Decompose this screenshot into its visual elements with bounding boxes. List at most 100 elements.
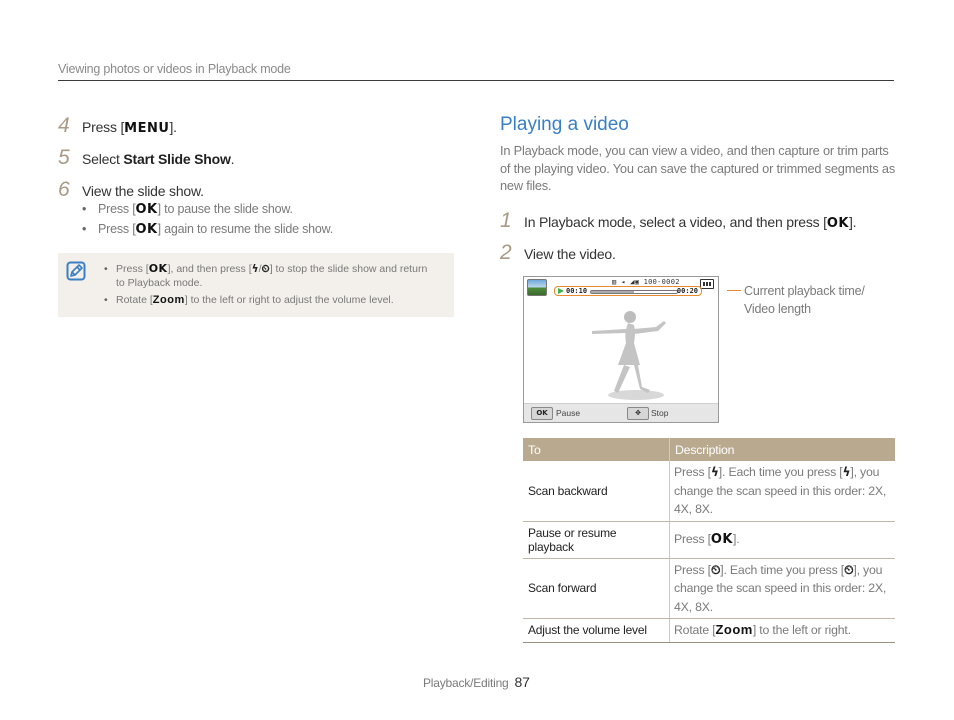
- callout-line-1: Current playback time/: [744, 284, 865, 298]
- desc-text: Press [: [674, 531, 711, 546]
- flash-icon: ϟ: [251, 263, 259, 275]
- note-box: Press [OK], and then press [ϟ/⏲] to stop…: [58, 253, 454, 317]
- desc-text: Rotate [: [674, 623, 716, 637]
- row-description: Press [OK].: [669, 521, 895, 559]
- section-title: Playing a video: [500, 114, 629, 135]
- note-pencil-icon: [66, 261, 86, 281]
- section-intro: In Playback mode, you can view a video, …: [500, 143, 896, 193]
- row-action: Scan backward: [523, 461, 670, 522]
- step-5: 5 Select Start Slide Show.: [58, 146, 235, 170]
- ok-key: OK: [135, 222, 158, 237]
- ok-key: OK: [135, 202, 158, 217]
- menu-option-start-slide-show: Start Slide Show: [123, 151, 231, 167]
- step-text: View the video.: [524, 246, 616, 262]
- header-rule: [58, 80, 894, 81]
- table-row: Scan backward Press [ϟ]. Each time you p…: [523, 461, 895, 522]
- note-text-mid: ], and then press [: [167, 263, 252, 275]
- desc-text-end: ] to the left or right.: [752, 623, 851, 637]
- flash-icon: ϟ: [710, 465, 719, 479]
- timer-icon: ⏲: [843, 562, 854, 577]
- row-description: Press [⏲]. Each time you press [⏲], you …: [669, 558, 895, 619]
- current-time: 00:10: [566, 287, 588, 295]
- note-text-end: ] to the left or right to adjust the vol…: [184, 294, 394, 306]
- step-number: 6: [58, 178, 70, 201]
- file-number: 100-0002: [643, 278, 680, 286]
- table-row: Pause or resume playback Press [OK].: [523, 521, 895, 559]
- stop-label: Stop: [651, 408, 669, 418]
- step-text: In Playback mode, select a video, and th…: [524, 214, 827, 230]
- row-action: Adjust the volume level: [523, 618, 670, 643]
- step-number: 1: [500, 209, 512, 232]
- video-length: 00:20: [676, 287, 698, 295]
- camera-screen: ▥ ◂ ◢▣ 100-0002 00:10 00:20 OK Pause ✥ S…: [523, 276, 719, 423]
- menu-key: MENU: [124, 121, 170, 136]
- note-list: Press [OK], and then press [ϟ/⏲] to stop…: [104, 262, 434, 310]
- video-step-1: 1 In Playback mode, select a video, and …: [500, 209, 857, 233]
- column-header-description: Description: [669, 438, 895, 461]
- bullet-text: Press [: [98, 222, 136, 236]
- bullet-text-end: ] to pause the slide show.: [157, 202, 293, 216]
- memory-icon: ▥ ◂ ◢▣: [612, 278, 644, 286]
- bullet-text: Press [: [98, 202, 136, 216]
- desc-text-end: ].: [733, 531, 740, 546]
- bullet-text-end: ] again to resume the slide show.: [157, 222, 334, 236]
- zoom-key: Zoom: [715, 622, 753, 637]
- table-row: Scan forward Press [⏲]. Each time you pr…: [523, 558, 895, 619]
- note-item: Rotate [Zoom] to the left or right to ad…: [104, 293, 434, 307]
- step-text: Press [: [82, 119, 125, 135]
- timer-icon: ⏲: [261, 263, 270, 275]
- note-text: Press [: [116, 263, 149, 275]
- step-text: View the slide show.: [82, 183, 204, 199]
- zoom-key: Zoom: [152, 294, 185, 306]
- step-4: 4 Press [MENU].: [58, 114, 177, 138]
- row-action: Pause or resume playback: [523, 521, 670, 559]
- bullet-item: Press [OK] again to resume the slide sho…: [82, 222, 333, 237]
- step-6: 6 View the slide show.: [58, 178, 204, 202]
- note-item: Press [OK], and then press [ϟ/⏲] to stop…: [104, 262, 434, 290]
- row-action: Scan forward: [523, 558, 670, 619]
- page-footer: Playback/Editing 87: [423, 674, 530, 690]
- row-description: Press [ϟ]. Each time you press [ϟ], you …: [669, 461, 895, 522]
- desc-text: Press [: [674, 562, 711, 577]
- step-number: 5: [58, 146, 70, 169]
- ok-key: OK: [148, 262, 168, 275]
- pause-label: Pause: [556, 408, 581, 418]
- table-row: Adjust the volume level Rotate [Zoom] to…: [523, 618, 895, 643]
- footer-section: Playback/Editing: [423, 676, 509, 690]
- ok-button-icon: OK: [531, 407, 553, 420]
- step-number: 2: [500, 241, 512, 264]
- note-text: Rotate [: [116, 294, 153, 306]
- progress-fill: [591, 291, 634, 293]
- bullet-item: Press [OK] to pause the slide show.: [82, 202, 333, 217]
- callout-label: Current playback time/ Video length: [744, 282, 865, 318]
- battery-icon: [700, 279, 714, 289]
- progress-track[interactable]: [590, 290, 678, 294]
- table-header-row: To Description: [523, 438, 895, 461]
- playback-progress: 00:10 00:20: [554, 286, 702, 296]
- callout-line-2: Video length: [744, 302, 811, 316]
- callout-line: [727, 290, 741, 291]
- page-number: 87: [514, 674, 530, 690]
- desc-text-mid: ]. Each time you press [: [720, 562, 844, 577]
- status-indicators: ▥ ◂ ◢▣ 100-0002: [612, 278, 680, 286]
- video-step-2: 2 View the video.: [500, 241, 616, 265]
- step-number: 4: [58, 114, 70, 137]
- dancing-figure-image: [592, 311, 666, 400]
- desc-text: Press [: [674, 465, 711, 479]
- play-icon: [558, 288, 564, 294]
- navigation-button-icon: ✥: [627, 407, 649, 420]
- running-header: Viewing photos or videos in Playback mod…: [58, 62, 291, 76]
- timer-icon: ⏲: [710, 562, 721, 577]
- ok-key: OK: [826, 216, 849, 231]
- column-header-to: To: [523, 438, 670, 461]
- step-text-end: ].: [848, 214, 857, 230]
- video-thumbnail-icon: [527, 279, 547, 296]
- step-6-bullets: Press [OK] to pause the slide show. Pres…: [82, 202, 333, 242]
- playback-controls-table: To Description Scan backward Press [ϟ]. …: [523, 438, 895, 643]
- row-description: Rotate [Zoom] to the left or right.: [669, 618, 895, 643]
- ok-key: OK: [710, 531, 733, 547]
- desc-text-mid: ]. Each time you press [: [718, 465, 843, 479]
- screen-bottom-bar: OK Pause ✥ Stop: [524, 403, 718, 422]
- step-text: Select: [82, 151, 124, 167]
- step-text-end: ].: [169, 119, 177, 135]
